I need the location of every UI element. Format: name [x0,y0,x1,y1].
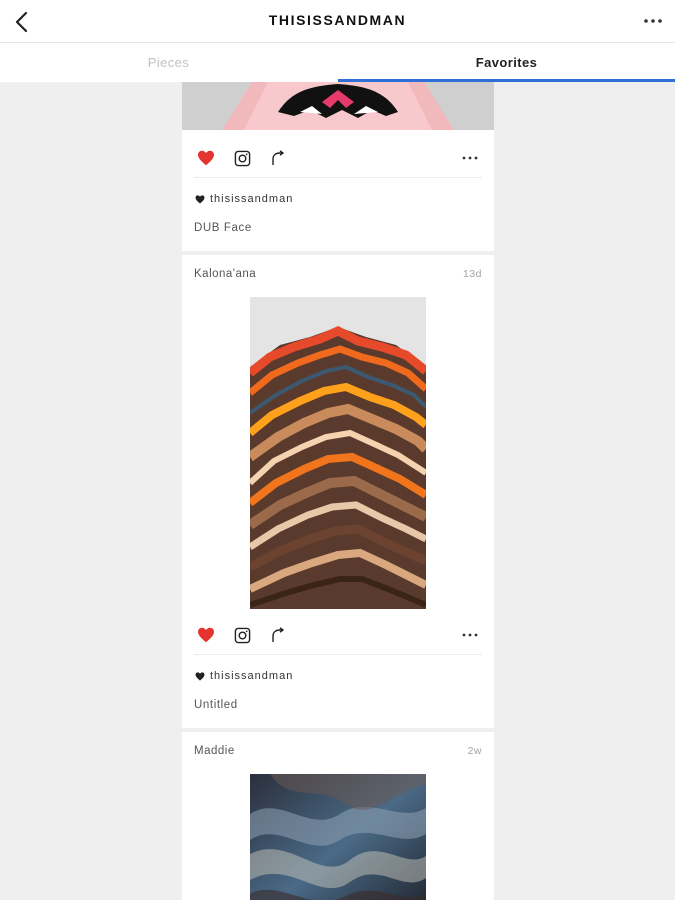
instagram-share-button[interactable] [231,624,253,646]
tab-favorites[interactable]: Favorites [338,43,675,82]
more-options-button[interactable] [641,10,665,32]
more-horizontal-icon [644,19,662,23]
post-author[interactable]: Kalona'ana [194,268,256,280]
small-heart-icon [195,194,205,204]
post-more-button[interactable] [459,624,481,646]
more-horizontal-icon [462,156,478,160]
favorited-by-username: thisissandman [210,193,294,205]
post-card: thisissandman DUB Face [182,82,494,251]
post-actions [182,141,494,175]
small-heart-icon [195,671,205,681]
like-button[interactable] [195,147,217,169]
share-button[interactable] [267,624,289,646]
tab-pieces[interactable]: Pieces [0,43,337,82]
post-title: Untitled [194,699,238,711]
post-author[interactable]: Maddie [194,745,235,757]
divider [194,177,482,178]
post-age: 13d [462,268,482,280]
artwork-image[interactable] [250,774,426,900]
heart-icon [198,627,214,643]
instagram-icon [234,150,250,166]
like-button[interactable] [195,624,217,646]
post-card: Maddie 2w [182,732,494,900]
artwork-image[interactable] [247,297,430,609]
heart-icon [198,150,214,166]
artwork-image[interactable] [182,82,494,130]
post-card: Kalona'ana 13d thisissandman Untitled [182,255,494,728]
share-arrow-icon [272,150,285,165]
share-button[interactable] [267,147,289,169]
instagram-icon [234,627,250,643]
tab-bar: Pieces Favorites [0,43,675,82]
page-title: THISISSANDMAN [268,12,407,28]
post-title: DUB Face [194,222,252,234]
divider [194,654,482,655]
share-arrow-icon [272,627,285,642]
instagram-share-button[interactable] [231,147,253,169]
more-horizontal-icon [462,633,478,637]
favorited-by[interactable]: thisissandman [195,668,293,684]
favorites-feed[interactable]: thisissandman DUB Face Kalona'ana 13d th… [182,82,494,900]
favorited-by-username: thisissandman [210,670,294,682]
post-age: 2w [467,745,482,757]
post-actions [182,618,494,652]
top-bar: THISISSANDMAN [0,0,675,43]
post-more-button[interactable] [459,147,481,169]
favorited-by[interactable]: thisissandman [195,191,293,207]
